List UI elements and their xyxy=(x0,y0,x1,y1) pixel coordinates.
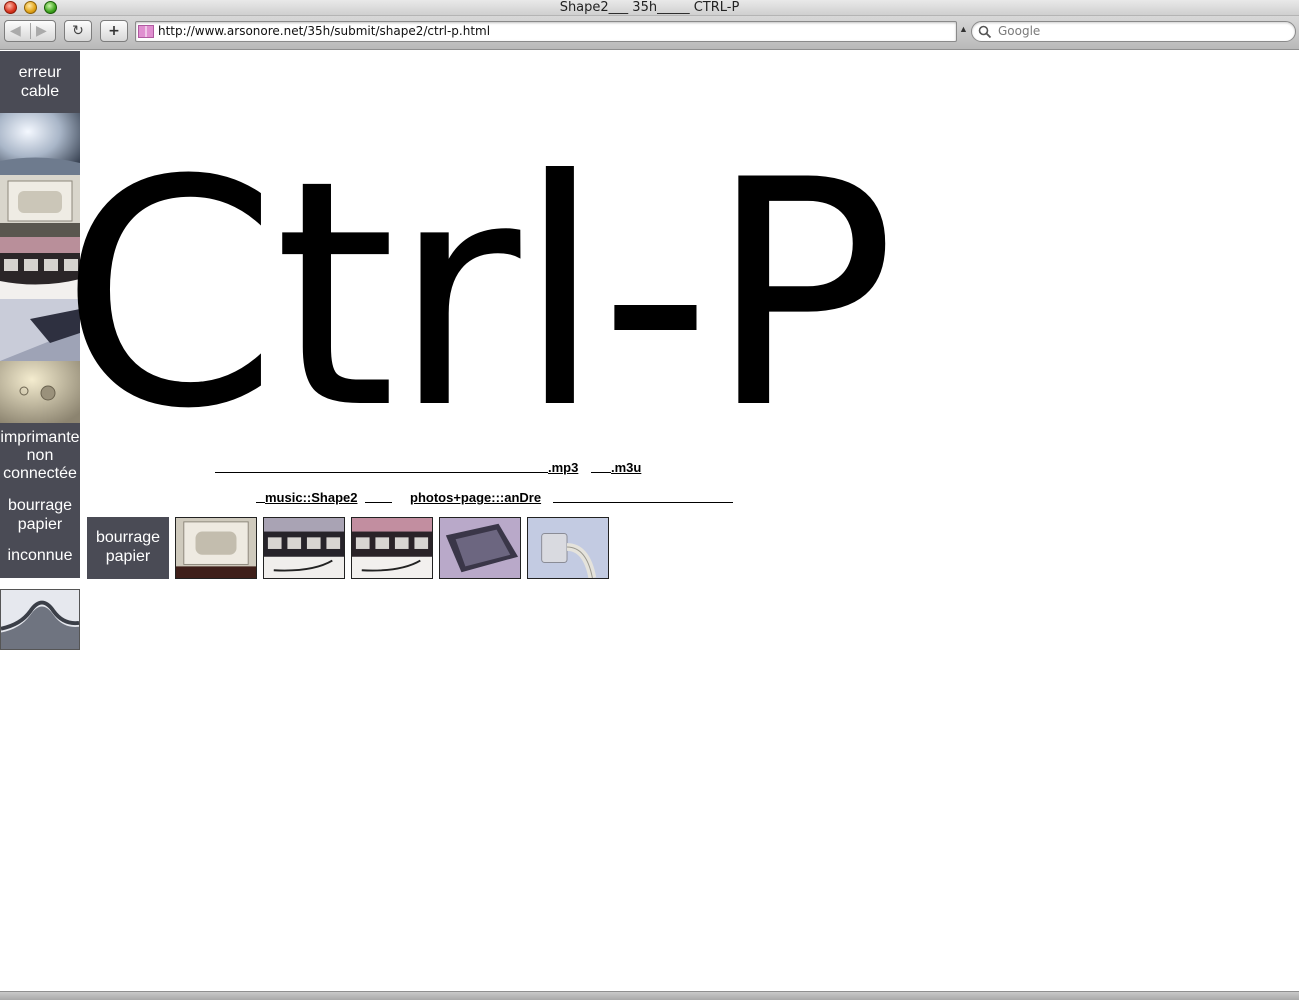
underline-rule-music-tail xyxy=(365,502,392,503)
inconnue-label: inconnue xyxy=(7,547,73,564)
underline-rule-photos-tail xyxy=(553,502,733,503)
thumb-photo-rollers-1[interactable] xyxy=(263,517,345,579)
address-url: http://www.arsonore.net/35h/submit/shape… xyxy=(158,24,491,38)
erreur-cable-panel[interactable]: erreur cable xyxy=(0,51,80,113)
back-forward-buttons: ◀ ▶ xyxy=(4,20,56,42)
reload-icon: ↻ xyxy=(72,23,84,39)
search-field[interactable]: Google xyxy=(971,21,1296,42)
bourrage-thumb[interactable]: bourrage papier xyxy=(87,517,169,579)
side-photo-paper-curl[interactable] xyxy=(0,589,80,650)
thumb-photo-cover[interactable] xyxy=(439,517,521,579)
plus-icon: + xyxy=(108,23,120,39)
page-title: Ctrl-P xyxy=(60,113,896,477)
site-favicon-icon xyxy=(138,25,154,38)
bourrage-panel[interactable]: bourrage papier inconnue xyxy=(0,485,80,578)
window-title-bar: Shape2___ 35h_____ CTRL-P xyxy=(0,0,1299,16)
m3u-link-wrapper: .m3u xyxy=(611,460,641,475)
add-bookmark-button[interactable]: + xyxy=(100,20,128,42)
search-placeholder: Google xyxy=(998,24,1041,38)
music-link-wrapper: music::Shape2 xyxy=(265,490,357,505)
erreur-cable-label: erreur cable xyxy=(18,64,62,100)
bourrage-label: bourrage papier xyxy=(7,497,73,533)
page-content: erreur cable imprimante non connectée bo… xyxy=(0,51,1299,991)
address-bar[interactable]: http://www.arsonore.net/35h/submit/shape… xyxy=(135,21,957,42)
mp3-link-wrapper: .mp3 xyxy=(548,460,578,475)
underline-rule-music-lead xyxy=(256,502,265,503)
thumb-photo-tray[interactable] xyxy=(175,517,257,579)
photos-link[interactable]: photos+page:::anDre xyxy=(410,490,541,505)
reload-button[interactable]: ↻ xyxy=(64,20,92,42)
status-bar xyxy=(0,991,1299,1000)
music-link[interactable]: music::Shape2 xyxy=(265,490,357,505)
underline-rule-mp3 xyxy=(215,472,548,473)
m3u-link[interactable]: .m3u xyxy=(611,460,641,475)
underline-rule-m3u xyxy=(591,472,611,473)
photos-link-wrapper: photos+page:::anDre xyxy=(410,490,541,505)
mp3-link[interactable]: .mp3 xyxy=(548,460,578,475)
thumb-photo-rollers-2[interactable] xyxy=(351,517,433,579)
window-title: Shape2___ 35h_____ CTRL-P xyxy=(559,0,740,15)
back-forward-divider xyxy=(30,23,31,39)
magnifier-icon xyxy=(978,25,992,39)
back-arrow-icon[interactable]: ◀ xyxy=(10,21,21,41)
bourrage-thumb-label: bourrage papier xyxy=(95,529,161,565)
thumb-photo-cable[interactable] xyxy=(527,517,609,579)
forward-arrow-icon[interactable]: ▶ xyxy=(36,21,47,41)
browser-toolbar: ◀ ▶ ↻ + http://www.arsonore.net/35h/subm… xyxy=(0,16,1299,50)
address-dropdown-icon[interactable]: ▲ xyxy=(959,24,968,34)
